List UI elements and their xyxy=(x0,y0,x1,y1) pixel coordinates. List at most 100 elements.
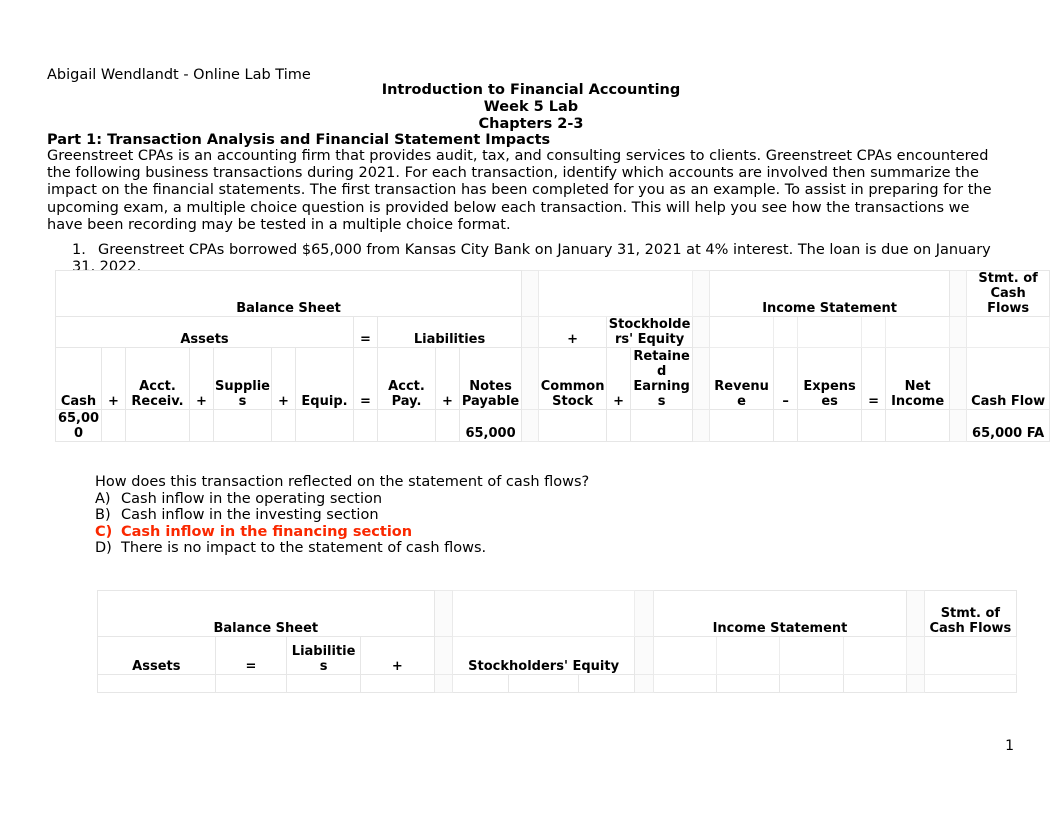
table1-value-common-stock xyxy=(538,409,608,442)
mc-question-1-text: How does this transaction reflected on t… xyxy=(95,474,590,490)
table1-gap-2 xyxy=(692,270,711,317)
table2-cell-9 xyxy=(716,674,781,693)
table1-assets-header: Assets xyxy=(55,316,354,348)
table2-cell-3 xyxy=(286,674,361,693)
table2-gap-1 xyxy=(433,590,454,637)
mc-option-b-text: Cash inflow in the investing section xyxy=(121,507,379,524)
document-page: Abigail Wendlandt - Online Lab Time Intr… xyxy=(0,0,1062,822)
table1-col-op-equals-2: = xyxy=(861,347,887,410)
table1-gap-5 xyxy=(692,316,711,348)
table1-gap-10 xyxy=(521,409,540,442)
mc-question-1-block: How does this transaction reflected on t… xyxy=(95,474,589,557)
table1-col-op-minus: – xyxy=(773,347,799,410)
table2-gap-4 xyxy=(433,636,454,675)
table1-col-accounts-receivable: Acct. Receiv. xyxy=(125,347,190,410)
table2-section-header-row: Assets = Liabilities + Stockholders' Equ… xyxy=(97,636,1018,675)
table2-gap-8 xyxy=(634,674,654,693)
table2-gap-7 xyxy=(433,674,454,693)
table2-cell-11 xyxy=(842,674,908,693)
page-number: 1 xyxy=(1005,738,1014,754)
table1-value-notes-payable: 65,000 xyxy=(458,409,523,442)
table2-cell-4 xyxy=(359,674,435,693)
table1-col-op-plus-2: + xyxy=(189,347,214,410)
assignment-title: Week 5 Lab xyxy=(483,99,579,116)
table1-col-revenue: Revenue xyxy=(709,347,775,410)
table1-section-header-row: Assets = Liabilities + Stockholders' Equ… xyxy=(55,316,1051,348)
table1-col-equipment: Equip. xyxy=(295,347,354,410)
table2-liabilities-header: Liabilities xyxy=(286,636,361,675)
table2-scf-spacer xyxy=(923,636,1018,675)
table2-cell-12 xyxy=(923,674,1018,693)
table1-value-expenses xyxy=(797,409,863,442)
table1-value-equipment xyxy=(295,409,354,442)
table1-stockholders-equity-header: Stockholders' Equity xyxy=(606,316,694,348)
table1-col-accounts-payable: Acct. Pay. xyxy=(377,347,436,410)
table1-column-header-row: Cash + Acct. Receiv. + Supplies + Equip.… xyxy=(55,347,1051,410)
table1-value-retained-earnings xyxy=(630,409,694,442)
part1-intro-paragraph: Greenstreet CPAs is an accounting firm t… xyxy=(47,148,992,233)
table1-col-notes-payable: Notes Payable xyxy=(458,347,523,410)
table1-cell-op-5 xyxy=(435,409,460,442)
course-header-block: Introduction to Financial Accounting Wee… xyxy=(47,82,1015,134)
table2-gap-9 xyxy=(906,674,925,693)
table1-scf-spacer xyxy=(966,316,1051,348)
mc-option-d[interactable]: D) There is no impact to the statement of… xyxy=(95,540,589,557)
table1-col-op-plus-6: + xyxy=(606,347,632,410)
table1-value-revenue xyxy=(709,409,775,442)
table1-gap-3 xyxy=(949,270,968,317)
mc-option-c-text: Cash inflow in the financing section xyxy=(121,523,413,540)
table2-cell-6 xyxy=(508,674,579,693)
table1-balance-sheet-header: Balance Sheet xyxy=(54,270,523,317)
table1-col-op-plus-4: + xyxy=(435,347,460,410)
table1-col-expenses: Expenses xyxy=(797,347,863,410)
table2-balance-sheet-header: Balance Sheet xyxy=(97,590,435,637)
table1-col-supplies: Supplies xyxy=(213,347,272,410)
transaction-2-impact-table: Balance Sheet Income Statement Stmt. of … xyxy=(97,590,1018,693)
table1-is-spacer-5 xyxy=(885,316,951,348)
table1-gap-4 xyxy=(521,316,540,348)
table1-col-net-income: Net Income xyxy=(885,347,951,410)
table1-cell-op-6 xyxy=(606,409,632,442)
mc-option-b[interactable]: B) Cash inflow in the investing section xyxy=(95,507,589,524)
mc-option-a[interactable]: A) Cash inflow in the operating section xyxy=(95,491,589,508)
table1-income-statement-header: Income Statement xyxy=(709,270,951,317)
table2-gap-6 xyxy=(906,636,925,675)
table1-value-accounts-receivable xyxy=(125,409,190,442)
table1-cell-op-7 xyxy=(773,409,799,442)
table2-cell-7 xyxy=(577,674,636,693)
table1-cell-op-1 xyxy=(101,409,126,442)
table1-gap-7 xyxy=(521,347,540,410)
table1-is-spacer-3 xyxy=(797,316,863,348)
table2-cell-2 xyxy=(214,674,288,693)
mc-option-c-selected-answer[interactable]: C) Cash inflow in the financing section xyxy=(95,524,589,541)
table2-equals-sign-header: = xyxy=(214,636,288,675)
table1-is-spacer-4 xyxy=(861,316,887,348)
table1-col-retained-earnings: Retained Earnings xyxy=(630,347,694,410)
table2-income-statement-header: Income Statement xyxy=(652,590,908,637)
part1-heading: Part 1: Transaction Analysis and Financi… xyxy=(47,132,551,148)
table2-assets-header: Assets xyxy=(97,636,216,675)
table2-cell-10 xyxy=(779,674,844,693)
course-title: Introduction to Financial Accounting xyxy=(381,82,681,98)
table2-is-spacer-3 xyxy=(779,636,844,675)
table2-stockholders-equity-header: Stockholders' Equity xyxy=(452,636,636,675)
mc-option-d-text: There is no impact to the statement of c… xyxy=(121,540,487,557)
transaction-1-impact-table: Balance Sheet Income Statement Stmt. of … xyxy=(54,270,1051,442)
table1-col-cash: Cash xyxy=(55,347,102,410)
table1-cash-flows-header: Stmt. of Cash Flows xyxy=(966,270,1051,317)
table1-value-net-income xyxy=(885,409,951,442)
mc-option-b-label: B) xyxy=(95,507,111,524)
table1-cell-op-2 xyxy=(189,409,214,442)
table2-se-spacer-header xyxy=(452,590,636,637)
table2-cell-5 xyxy=(452,674,510,693)
table1-is-spacer-1 xyxy=(709,316,775,348)
transaction-1-number: 1. xyxy=(72,242,86,258)
table1-plus-sign-header: + xyxy=(538,316,608,348)
mc-option-c-label: C) xyxy=(95,523,113,540)
table2-gap-3 xyxy=(906,590,925,637)
table1-value-cash: 65,000 xyxy=(55,409,102,442)
table1-cell-op-3 xyxy=(271,409,296,442)
table1-se-spacer-header xyxy=(538,270,694,317)
table1-cell-op-8 xyxy=(861,409,887,442)
table1-cell-op-4 xyxy=(353,409,378,442)
